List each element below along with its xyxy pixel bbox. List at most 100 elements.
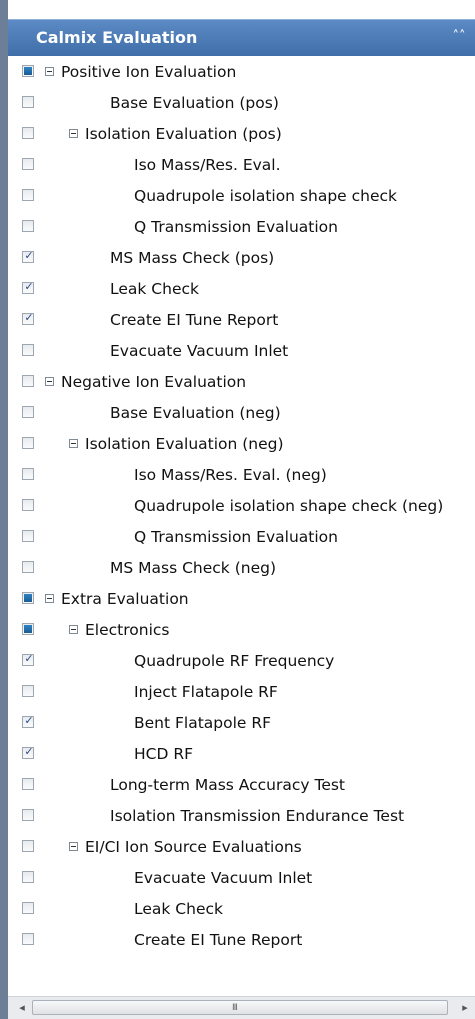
tree-item-checkbox[interactable] — [22, 220, 34, 232]
tree-item-checkbox[interactable] — [22, 468, 34, 480]
collapse-minus-icon[interactable] — [69, 625, 78, 634]
tree-item-checkbox[interactable] — [22, 745, 35, 759]
scroll-right-arrow-icon[interactable]: ▸ — [457, 1000, 473, 1016]
tree-item-checkbox[interactable] — [22, 530, 34, 542]
tree-item[interactable]: Iso Mass/Res. Eval. — [8, 150, 475, 181]
double-chevron-up-icon[interactable]: ˄˄ — [451, 29, 467, 45]
tree-item-label: Create EI Tune Report — [110, 311, 279, 329]
tree-item-checkbox[interactable] — [22, 311, 35, 325]
tree-item[interactable]: Positive Ion Evaluation — [8, 57, 475, 88]
collapse-minus-icon[interactable] — [45, 377, 54, 386]
tree-item[interactable]: Evacuate Vacuum Inlet — [8, 336, 475, 367]
tree-item-label: Isolation Transmission Endurance Test — [110, 807, 405, 825]
tree-item-label: Base Evaluation (neg) — [110, 404, 281, 422]
tree-item[interactable]: MS Mass Check (pos) — [8, 243, 475, 274]
tree-item-checkbox[interactable] — [22, 280, 35, 294]
scrollbar-grip-icon: III — [232, 1003, 238, 1013]
tree-item[interactable]: Evacuate Vacuum Inlet — [8, 863, 475, 894]
tree-item[interactable]: Electronics — [8, 615, 475, 646]
tree-item-label: Extra Evaluation — [61, 590, 189, 608]
tree-item-checkbox[interactable] — [22, 778, 34, 790]
tree-item-checkbox[interactable] — [22, 714, 35, 728]
tree-item-checkbox[interactable] — [22, 127, 34, 139]
tree-item[interactable]: Quadrupole isolation shape check (neg) — [8, 491, 475, 522]
tree-item-checkbox[interactable] — [22, 158, 34, 170]
tree-item-label: Base Evaluation (pos) — [110, 94, 279, 112]
tree-item-checkbox[interactable] — [22, 871, 34, 883]
tree-item-checkbox[interactable] — [22, 437, 34, 449]
collapse-minus-icon[interactable] — [69, 129, 78, 138]
tree-item[interactable]: Quadrupole isolation shape check — [8, 181, 475, 212]
calmix-evaluation-panel: Calmix Evaluation ˄˄ Positive Ion Evalua… — [0, 0, 475, 1019]
horizontal-scrollbar[interactable]: ◂ III ▸ — [8, 996, 475, 1019]
tree-item-checkbox[interactable] — [22, 344, 34, 356]
tree-item[interactable]: Create EI Tune Report — [8, 925, 475, 956]
scrollbar-thumb[interactable]: III — [32, 1000, 448, 1015]
tree-item-checkbox[interactable] — [22, 809, 34, 821]
tree-item[interactable]: Create EI Tune Report — [8, 305, 475, 336]
tree-item-label: Quadrupole isolation shape check (neg) — [134, 497, 444, 515]
tree-item[interactable]: Long-term Mass Accuracy Test — [8, 770, 475, 801]
tree-item-label: Evacuate Vacuum Inlet — [134, 869, 313, 887]
tree-item[interactable]: Isolation Transmission Endurance Test — [8, 801, 475, 832]
tree-item-label: MS Mass Check (pos) — [110, 249, 275, 267]
tree-item-label: Create EI Tune Report — [134, 931, 303, 949]
tree-item[interactable]: Leak Check — [8, 894, 475, 925]
tree-item[interactable]: Negative Ion Evaluation — [8, 367, 475, 398]
tree-item-checkbox[interactable] — [22, 375, 34, 387]
panel-header: Calmix Evaluation ˄˄ — [8, 19, 475, 56]
tree-item-label: Inject Flatapole RF — [134, 683, 278, 701]
tree-item[interactable]: MS Mass Check (neg) — [8, 553, 475, 584]
tree-item-checkbox[interactable] — [22, 96, 34, 108]
tree-item[interactable]: Q Transmission Evaluation — [8, 212, 475, 243]
tree-item-checkbox[interactable] — [22, 933, 34, 945]
tree-item[interactable]: Isolation Evaluation (neg) — [8, 429, 475, 460]
tree-item[interactable]: Extra Evaluation — [8, 584, 475, 615]
tree-item[interactable]: Quadrupole RF Frequency — [8, 646, 475, 677]
tree-item-checkbox[interactable] — [22, 189, 34, 201]
tree-item-checkbox[interactable] — [22, 592, 34, 604]
collapse-minus-icon[interactable] — [69, 842, 78, 851]
tree-item-checkbox[interactable] — [22, 902, 34, 914]
tree-item-checkbox[interactable] — [22, 65, 34, 77]
tree-item-label: Iso Mass/Res. Eval. — [134, 156, 281, 174]
tree-item[interactable]: Base Evaluation (pos) — [8, 88, 475, 119]
tree-item-checkbox[interactable] — [22, 499, 34, 511]
tree-item-label: HCD RF — [134, 745, 194, 763]
tree-item-label: Isolation Evaluation (pos) — [85, 125, 282, 143]
tree-item[interactable]: Base Evaluation (neg) — [8, 398, 475, 429]
tree-item[interactable]: Bent Flatapole RF — [8, 708, 475, 739]
tree-item[interactable]: HCD RF — [8, 739, 475, 770]
tree-item-checkbox[interactable] — [22, 561, 34, 573]
collapse-minus-icon[interactable] — [45, 67, 54, 76]
tree-item-checkbox[interactable] — [22, 840, 34, 852]
tree-item-label: Leak Check — [134, 900, 223, 918]
tree-item[interactable]: Q Transmission Evaluation — [8, 522, 475, 553]
tree-item-label: MS Mass Check (neg) — [110, 559, 276, 577]
tree-item-checkbox[interactable] — [22, 652, 35, 666]
tree-item-label: Quadrupole isolation shape check — [134, 187, 398, 205]
tree-item-label: Iso Mass/Res. Eval. (neg) — [134, 466, 327, 484]
evaluation-tree: Positive Ion Evaluation Base Evaluation (… — [8, 57, 475, 990]
tree-item-checkbox[interactable] — [22, 685, 34, 697]
tree-item[interactable]: EI/CI Ion Source Evaluations — [8, 832, 475, 863]
tree-item[interactable]: Inject Flatapole RF — [8, 677, 475, 708]
tree-item-checkbox[interactable] — [22, 623, 34, 635]
tree-item-label: Quadrupole RF Frequency — [134, 652, 335, 670]
tree-item-label: Q Transmission Evaluation — [134, 218, 338, 236]
tree-item-label: Q Transmission Evaluation — [134, 528, 338, 546]
collapse-minus-icon[interactable] — [69, 439, 78, 448]
tree-item-label: Negative Ion Evaluation — [61, 373, 247, 391]
tree-item-checkbox[interactable] — [22, 406, 34, 418]
collapse-minus-icon[interactable] — [45, 594, 54, 603]
scroll-left-arrow-icon[interactable]: ◂ — [14, 1000, 30, 1016]
tree-item[interactable]: Isolation Evaluation (pos) — [8, 119, 475, 150]
tree-item-checkbox[interactable] — [22, 249, 35, 263]
tree-item-label: EI/CI Ion Source Evaluations — [85, 838, 302, 856]
tree-item[interactable]: Leak Check — [8, 274, 475, 305]
tree-item[interactable]: Iso Mass/Res. Eval. (neg) — [8, 460, 475, 491]
tree-item-label: Leak Check — [110, 280, 199, 298]
tree-item-label: Electronics — [85, 621, 170, 639]
tree-item-label: Evacuate Vacuum Inlet — [110, 342, 289, 360]
tree-item-label: Positive Ion Evaluation — [61, 63, 237, 81]
